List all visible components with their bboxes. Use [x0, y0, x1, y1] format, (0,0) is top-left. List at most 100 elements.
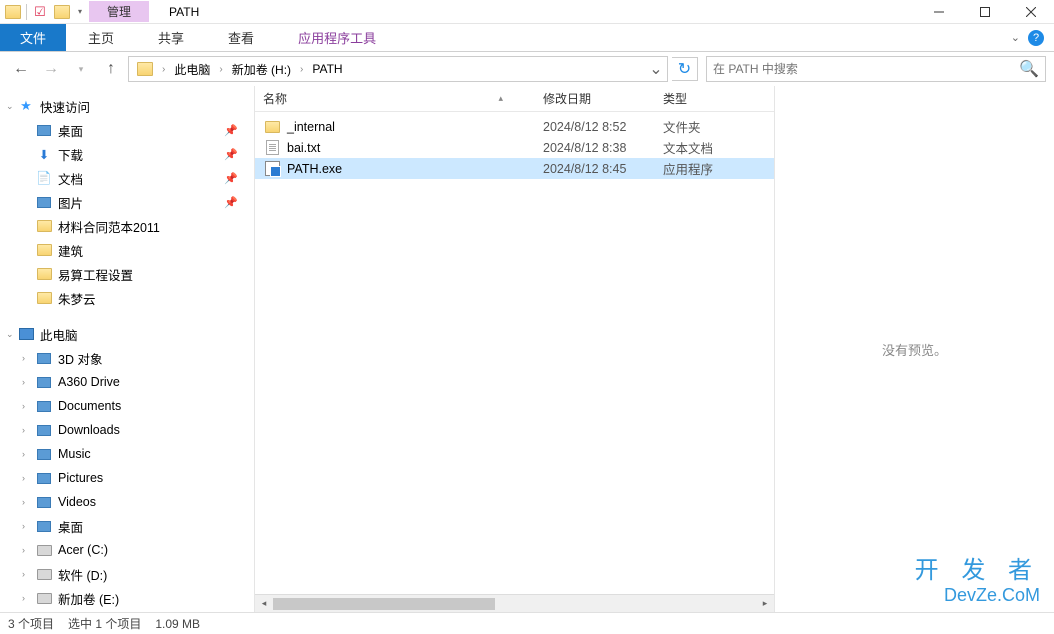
tree-item[interactable]: › 桌面 — [4, 514, 250, 538]
chevron-right-icon[interactable]: › — [159, 64, 168, 75]
folder-icon[interactable] — [53, 3, 71, 21]
tree-item[interactable]: › 新加卷 (E:) — [4, 586, 250, 610]
address-box[interactable]: › 此电脑 › 新加卷 (H:) › PATH ⌄ — [128, 56, 668, 82]
tree-item[interactable]: › Music — [4, 442, 250, 466]
tree-item[interactable]: › 软件 (D:) — [4, 562, 250, 586]
status-bar: 3 个项目 选中 1 个项目 1.09 MB — [0, 612, 1054, 634]
folder-icon — [36, 374, 52, 390]
chevron-right-icon[interactable]: › — [22, 449, 25, 459]
tree-item[interactable]: 朱梦云 — [4, 286, 250, 310]
chevron-right-icon[interactable]: › — [22, 569, 25, 579]
address-dropdown[interactable]: ⌄ — [647, 59, 665, 79]
chevron-right-icon[interactable]: › — [22, 593, 25, 603]
tree-item[interactable]: 桌面 📌 — [4, 118, 250, 142]
close-button[interactable] — [1008, 0, 1054, 24]
tree-item[interactable]: 图片 📌 — [4, 190, 250, 214]
tree-label: 桌面 — [58, 121, 83, 140]
chevron-right-icon[interactable]: › — [22, 425, 25, 435]
window-controls — [916, 0, 1054, 24]
chevron-right-icon[interactable]: › — [22, 497, 25, 507]
pin-icon: 📌 — [224, 124, 238, 137]
manage-tab[interactable]: 管理 — [89, 1, 149, 22]
chevron-right-icon[interactable]: › — [22, 401, 25, 411]
tree-quick-access[interactable]: ⌄ ★ 快速访问 — [4, 94, 250, 118]
refresh-button[interactable]: ↻ — [672, 57, 698, 81]
file-tab[interactable]: 文件 — [0, 24, 66, 51]
tree-label: 下载 — [58, 145, 83, 164]
chevron-down-icon[interactable]: ⌄ — [6, 329, 14, 340]
preview-pane: 没有预览。 — [774, 86, 1054, 612]
navigation-tree[interactable]: ⌄ ★ 快速访问 桌面 📌 ⬇ 下载 📌 📄 文档 📌 图片 📌 材料合同范本2… — [0, 86, 255, 612]
pin-icon: 📌 — [224, 148, 238, 161]
search-icon[interactable]: 🔍 — [1019, 59, 1039, 79]
breadcrumb-item[interactable]: PATH — [306, 57, 348, 81]
tree-item[interactable]: ⬇ 下载 📌 — [4, 142, 250, 166]
checkbox-icon[interactable]: ☑ — [31, 3, 49, 21]
scroll-right-icon[interactable]: ▸ — [756, 595, 774, 612]
forward-button[interactable]: → — [38, 56, 64, 82]
file-row[interactable]: bai.txt 2024/8/12 8:38 文本文档 — [255, 137, 774, 158]
scroll-left-icon[interactable]: ◂ — [255, 595, 273, 612]
maximize-button[interactable] — [962, 0, 1008, 24]
minimize-button[interactable] — [916, 0, 962, 24]
tree-item[interactable]: › Documents — [4, 394, 250, 418]
title-bar: ☑ ▾ 管理 PATH — [0, 0, 1054, 24]
tree-item[interactable]: 建筑 — [4, 238, 250, 262]
tree-item[interactable]: 易算工程设置 — [4, 262, 250, 286]
chevron-right-icon[interactable]: › — [216, 64, 225, 75]
tree-label: Documents — [58, 399, 121, 413]
folder-icon — [36, 290, 52, 306]
help-icon[interactable]: ? — [1028, 30, 1044, 46]
tree-item[interactable]: › Pictures — [4, 466, 250, 490]
qat-dropdown[interactable]: ▾ — [75, 3, 85, 21]
ribbon-tab-view[interactable]: 查看 — [206, 24, 276, 51]
ribbon-expand-icon[interactable]: ⌄ — [1011, 31, 1020, 44]
txt-icon — [263, 139, 281, 157]
no-preview-label: 没有预览。 — [882, 340, 947, 359]
chevron-right-icon[interactable]: › — [22, 545, 25, 555]
ribbon-tab-apptools[interactable]: 应用程序工具 — [276, 24, 398, 51]
column-name[interactable]: 名称▴ — [263, 90, 543, 107]
up-button[interactable]: ↑ — [98, 56, 124, 82]
ribbon-tab-home[interactable]: 主页 — [66, 24, 136, 51]
chevron-right-icon[interactable]: › — [22, 521, 25, 531]
chevron-right-icon[interactable]: › — [22, 353, 25, 363]
back-button[interactable]: ← — [8, 56, 34, 82]
tree-item[interactable]: › Acer (C:) — [4, 538, 250, 562]
ribbon-tab-share[interactable]: 共享 — [136, 24, 206, 51]
drive-icon — [36, 566, 52, 582]
folder-icon[interactable] — [4, 3, 22, 21]
file-type: 文本文档 — [663, 138, 763, 157]
folder-icon — [36, 398, 52, 414]
tree-item[interactable]: › Downloads — [4, 418, 250, 442]
breadcrumb-item[interactable]: 新加卷 (H:) — [226, 57, 297, 81]
tree-label: 图片 — [58, 193, 83, 212]
tree-label: 文档 — [58, 169, 83, 188]
tree-label: 朱梦云 — [58, 289, 96, 308]
pc-icon[interactable] — [131, 57, 159, 81]
tree-item[interactable]: 材料合同范本2011 — [4, 214, 250, 238]
tree-item[interactable]: › 3D 对象 — [4, 346, 250, 370]
breadcrumb-item[interactable]: 此电脑 — [168, 57, 216, 81]
tree-item[interactable]: 📄 文档 📌 — [4, 166, 250, 190]
search-box[interactable]: 🔍 — [706, 56, 1046, 82]
chevron-right-icon[interactable]: › — [22, 473, 25, 483]
file-row[interactable]: PATH.exe 2024/8/12 8:45 应用程序 — [255, 158, 774, 179]
file-row[interactable]: _internal 2024/8/12 8:52 文件夹 — [255, 116, 774, 137]
tree-this-pc[interactable]: ⌄ 此电脑 — [4, 322, 250, 346]
horizontal-scrollbar[interactable]: ◂ ▸ — [255, 594, 774, 612]
chevron-right-icon[interactable]: › — [22, 377, 25, 387]
column-type[interactable]: 类型 — [663, 90, 763, 107]
chevron-down-icon[interactable]: ⌄ — [6, 101, 14, 112]
column-date[interactable]: 修改日期 — [543, 90, 663, 107]
scroll-thumb[interactable] — [273, 598, 495, 610]
recent-dropdown[interactable]: ▾ — [68, 56, 94, 82]
quick-access-toolbar: ☑ ▾ — [0, 3, 89, 21]
desktop-icon — [36, 122, 52, 138]
tree-item[interactable]: › A360 Drive — [4, 370, 250, 394]
chevron-right-icon[interactable]: › — [297, 64, 306, 75]
file-name: bai.txt — [287, 141, 543, 155]
search-input[interactable] — [713, 62, 1019, 76]
scroll-track[interactable] — [273, 598, 756, 610]
tree-item[interactable]: › Videos — [4, 490, 250, 514]
